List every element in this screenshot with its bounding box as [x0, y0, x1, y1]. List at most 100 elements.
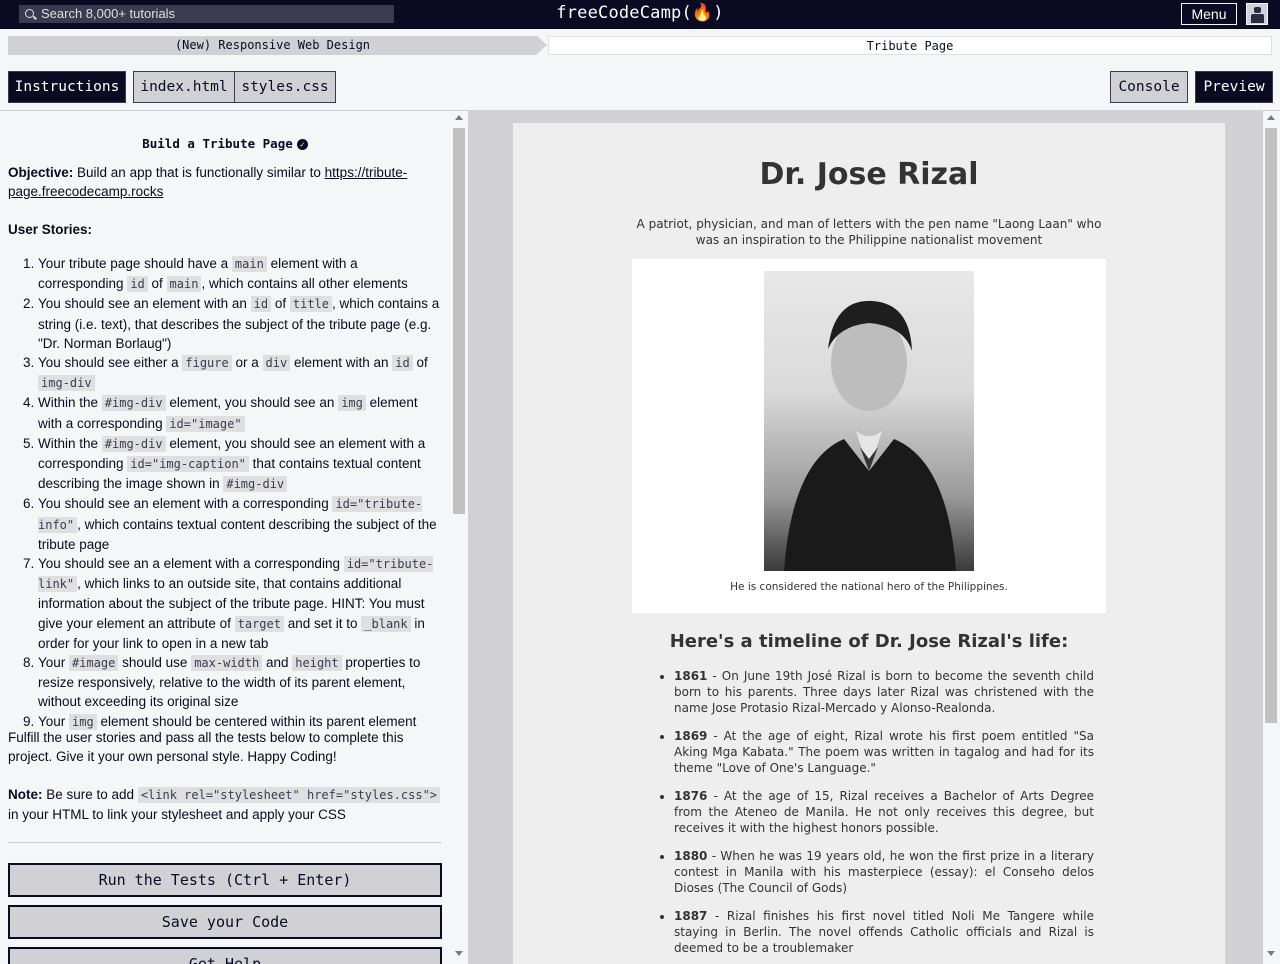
run-tests-button[interactable]: Run the Tests (Ctrl + Enter)	[8, 863, 442, 897]
objective: Objective: Build an app that is function…	[8, 163, 442, 201]
breadcrumb-course[interactable]: (New) Responsive Web Design	[8, 36, 547, 55]
avatar[interactable]	[1246, 3, 1268, 25]
inline-code: id	[127, 276, 148, 293]
menu-button[interactable]: Menu	[1181, 3, 1237, 25]
timeline-heading: Here's a timeline of Dr. Jose Rizal's li…	[669, 631, 1069, 652]
story-text: Within the	[38, 395, 102, 411]
user-story: Your tribute page should have a main ele…	[38, 254, 442, 294]
inline-code: #image	[69, 655, 119, 672]
scroll-up-icon[interactable]	[455, 115, 463, 120]
preview-scrollbar[interactable]	[1263, 111, 1280, 964]
search-input[interactable]: Search 8,000+ tutorials	[19, 5, 394, 23]
search-placeholder: Search 8,000+ tutorials	[41, 6, 176, 21]
story-text: and set it to	[283, 615, 362, 631]
timeline-item: 1887 - Rizal finishes his first novel ti…	[674, 908, 1094, 956]
instructions-pane: Build a Tribute Page ✓ Objective: Build a…	[0, 111, 468, 964]
search-icon	[25, 9, 34, 18]
user-story: Within the #img-div element, you should …	[38, 393, 442, 433]
user-story: You should see an element with an id of …	[38, 294, 442, 353]
note-text-2: in your HTML to link your stylesheet and…	[8, 807, 346, 823]
inline-code: _blank	[361, 615, 411, 632]
timeline-year: 1880	[674, 849, 708, 863]
note-code: <link rel="stylesheet" href="styles.css"…	[137, 787, 441, 803]
inline-code: #img-div	[101, 395, 166, 412]
story-text: You should see either a	[38, 355, 183, 371]
story-text: , which contains all other elements	[201, 276, 408, 292]
timeline-year: 1887	[674, 909, 708, 923]
preview-page: Dr. Jose Rizal A patriot, physician, and…	[513, 123, 1225, 964]
tab-console[interactable]: Console	[1110, 71, 1188, 103]
story-text: , which contains textual content describ…	[38, 516, 437, 552]
story-text: of	[412, 355, 428, 371]
inline-code: id="image"	[166, 415, 245, 432]
user-story: You should see an element with a corresp…	[38, 494, 442, 554]
story-text: element, you should see an	[165, 395, 339, 411]
timeline-text: - At the age of eight, Rizal wrote his f…	[674, 729, 1094, 775]
scroll-down-icon[interactable]	[1267, 951, 1275, 956]
fulfill-text: Fulfill the user stories and pass all th…	[8, 730, 404, 765]
preview-subtitle: A patriot, physician, and man of letters…	[636, 217, 1102, 247]
story-text: Your tribute page should have a	[38, 256, 232, 271]
timeline-item: 1861 - On June 19th José Rizal is born t…	[674, 668, 1094, 716]
story-text: You should see an element with a corresp…	[38, 496, 333, 512]
story-text: element with an	[290, 355, 393, 371]
story-text: You should see an a element with a corre…	[38, 556, 344, 572]
user-stories-list: Your tribute page should have a main ele…	[8, 254, 442, 732]
brand-logo[interactable]: freeCodeCamp(🔥)	[556, 3, 723, 23]
timeline-text: - Rizal finishes his first novel titled …	[674, 909, 1094, 955]
inline-code: div	[262, 355, 291, 372]
tab-instructions[interactable]: Instructions	[8, 71, 126, 103]
instructions-scrollbar[interactable]	[451, 111, 468, 964]
story-text: or a	[231, 355, 263, 371]
challenge-title-text: Build a Tribute Page	[142, 136, 293, 151]
inline-code: id="img-caption"	[127, 456, 249, 473]
timeline-list: 1861 - On June 19th José Rizal is born t…	[674, 668, 1094, 964]
objective-label: Objective:	[8, 165, 74, 180]
tab-preview[interactable]: Preview	[1195, 71, 1273, 103]
timeline-year: 1861	[674, 669, 708, 683]
inline-code: img	[338, 395, 366, 412]
timeline-item: 1869 - At the age of eight, Rizal wrote …	[674, 728, 1094, 776]
inline-code: figure	[182, 355, 232, 372]
inline-code: title	[289, 296, 332, 313]
inline-code: main	[166, 276, 202, 293]
inline-code: id	[392, 355, 413, 372]
story-text: Your	[38, 713, 70, 729]
inline-code: target	[234, 615, 284, 632]
img-caption: He is considered the national hero of th…	[730, 581, 1008, 593]
challenge-title: Build a Tribute Page ✓	[8, 134, 442, 153]
user-story: Your #image should use max-width and hei…	[38, 653, 442, 712]
story-text: of	[147, 276, 167, 292]
scroll-down-icon[interactable]	[455, 951, 463, 956]
scrollbar-thumb[interactable]	[453, 128, 465, 514]
user-story: You should see either a figure or a div …	[38, 353, 442, 393]
get-help-button[interactable]: Get Help	[8, 947, 442, 964]
inline-code: img-div	[38, 375, 95, 392]
scroll-up-icon[interactable]	[1267, 115, 1275, 120]
tab-styles-css[interactable]: styles.css	[234, 71, 336, 103]
note: Note: Be sure to add <link rel="styleshe…	[8, 785, 442, 824]
timeline-text: - On June 19th José Rizal is born to bec…	[674, 669, 1094, 715]
separator	[8, 842, 442, 843]
objective-text: Build an app that is functionally simila…	[73, 165, 325, 180]
scrollbar-thumb[interactable]	[1265, 128, 1277, 723]
preview-title: Dr. Jose Rizal	[759, 157, 979, 192]
inline-code: #img-div	[223, 476, 288, 493]
inline-code: #img-div	[101, 435, 166, 452]
user-story: You should see an a element with a corre…	[38, 554, 442, 653]
img-div: He is considered the national hero of th…	[632, 259, 1106, 613]
story-text: should use	[118, 655, 192, 671]
save-code-button[interactable]: Save your Code	[8, 905, 442, 939]
breadcrumb-project: Tribute Page	[548, 36, 1272, 55]
preview-pane: Dr. Jose Rizal A patriot, physician, and…	[474, 111, 1263, 964]
tab-index-html[interactable]: index.html	[133, 71, 235, 103]
check-circle-icon: ✓	[296, 139, 308, 150]
portrait-image	[764, 271, 974, 571]
portrait-drawing	[784, 300, 956, 571]
timeline-year: 1876	[674, 789, 708, 803]
story-text: Your	[38, 655, 70, 671]
story-text: Within the	[38, 435, 102, 451]
note-text-1: Be sure to add	[42, 787, 138, 802]
note-label: Note:	[8, 787, 43, 802]
inline-code: id	[250, 296, 272, 313]
